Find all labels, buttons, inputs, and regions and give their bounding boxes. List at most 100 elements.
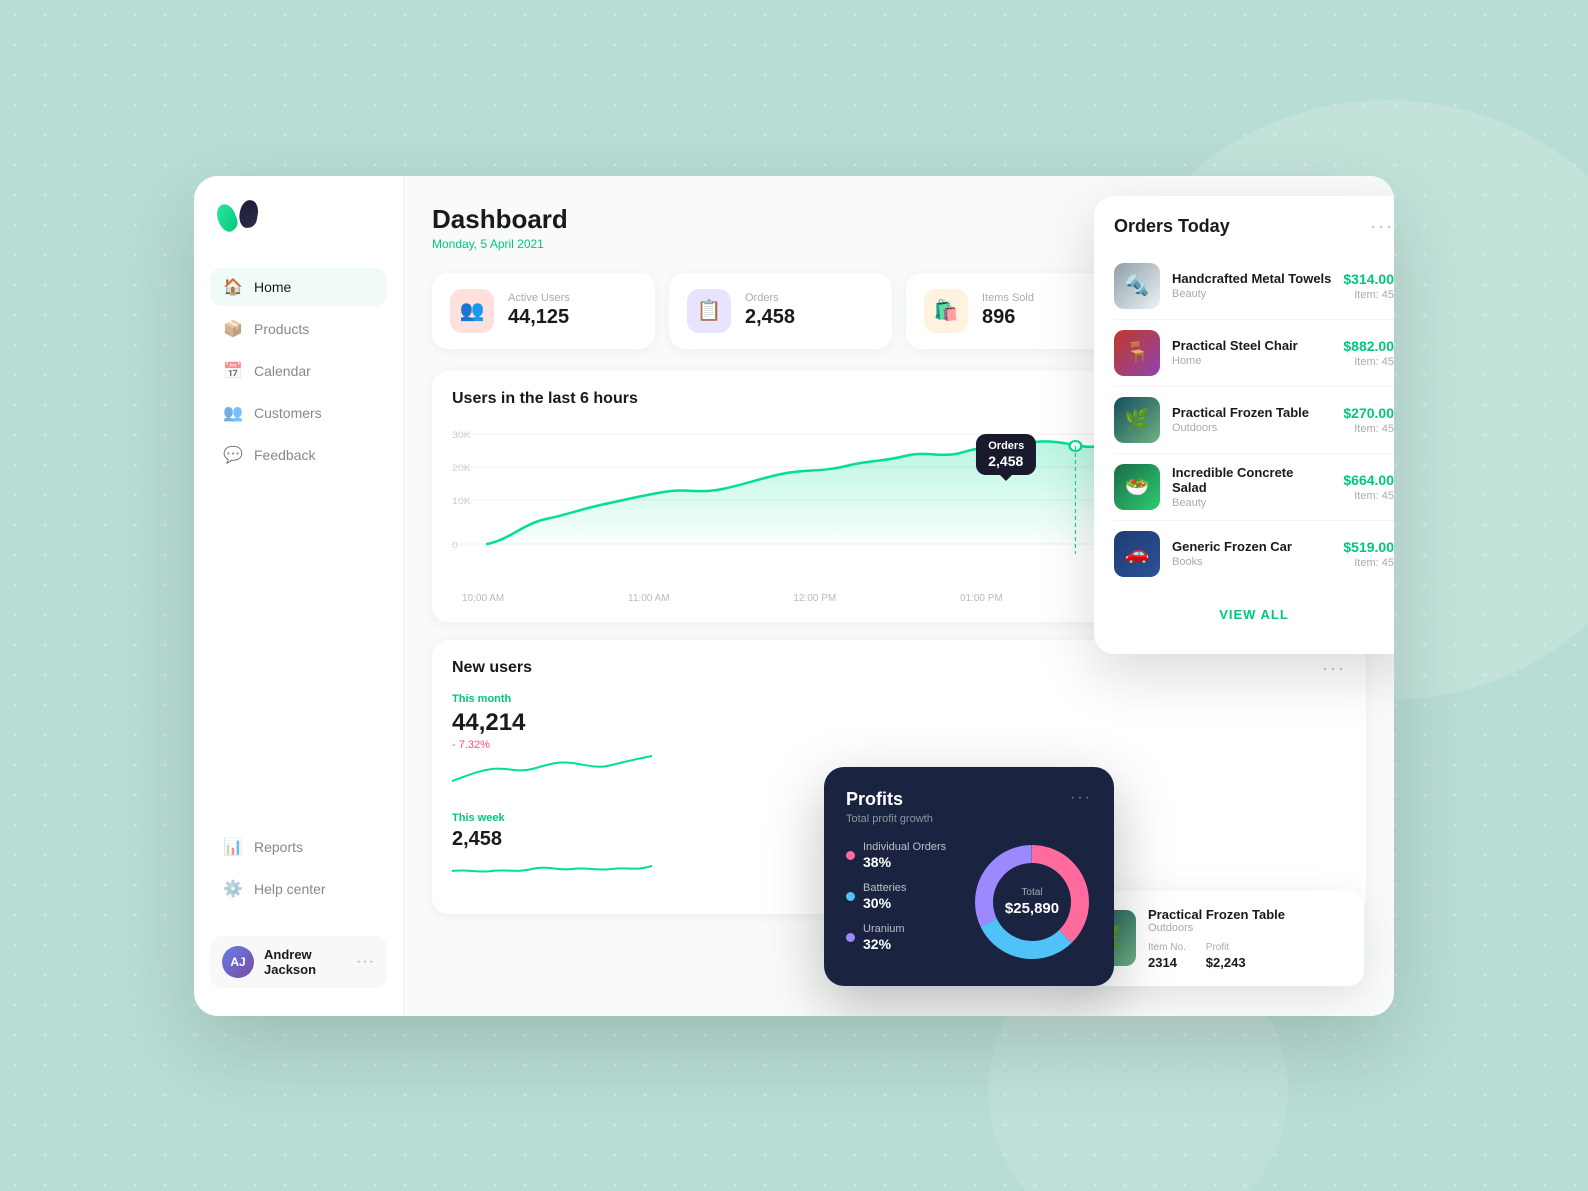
legend-item-2: Uranium 32% [846,923,956,952]
stat-info-items-sold: Items Sold 896 [982,292,1034,329]
user-profile-row[interactable]: AJ Andrew Jackson ··· [210,936,387,988]
svg-text:0: 0 [452,540,458,550]
order-price-1: $882.00 [1343,338,1394,354]
order-item-no-4: Item: 45 [1343,557,1394,569]
orders-menu-dots[interactable]: ··· [1370,216,1394,237]
profits-menu-dots[interactable]: ··· [1070,789,1092,807]
order-thumb-4: 🚗 [1114,531,1160,577]
avatar: AJ [222,946,254,978]
x-label-2: 12:00 PM [793,593,836,604]
active-users-icon: 👥 [450,289,494,333]
svg-text:30K: 30K [452,430,471,440]
chart-title: Users in the last 6 hours [452,390,638,408]
order-thumb-2: 🌿 [1114,397,1160,443]
svg-text:20K: 20K [452,463,471,473]
new-users-menu-dots[interactable]: ··· [1322,658,1346,679]
order-category-2: Outdoors [1172,422,1331,434]
order-item-no-0: Item: 45 [1343,289,1394,301]
order-price-0: $314.00 [1343,271,1394,287]
order-thumb-3: 🥗 [1114,464,1160,510]
order-price-wrap-4: $519.00 Item: 45 [1343,539,1394,569]
order-thumb-0: 🔩 [1114,263,1160,309]
stat-label-active-users: Active Users [508,292,570,304]
legend-dot-individual [846,851,855,860]
stat-card-active-users: 👥 Active Users 44,125 [432,273,655,349]
order-price-wrap-2: $270.00 Item: 45 [1343,405,1394,435]
order-price-wrap-3: $664.00 Item: 45 [1343,472,1394,502]
x-label-1: 11:00 AM [628,593,670,604]
x-label-3: 01:00 PM [960,593,1003,604]
order-item-3: 🥗 Incredible Concrete Salad Beauty $664.… [1114,454,1394,521]
sidebar-item-help[interactable]: ⚙️ Help center [210,870,387,908]
user-menu-dots[interactable]: ··· [356,953,375,971]
sidebar-item-products[interactable]: 📦 Products [210,310,387,348]
stat-label-orders: Orders [745,292,795,304]
main-nav: 🏠 Home 📦 Products 📅 Calendar 👥 Customers… [210,268,387,788]
legend-item-1: Batteries 30% [846,882,956,911]
legend-label-0: Individual Orders [863,841,946,853]
profits-subtitle: Total profit growth [846,813,933,825]
order-item-no-3: Item: 45 [1343,490,1394,502]
header-left: Dashboard Monday, 5 April 2021 [432,204,568,251]
detail-numbers: Item No. 2314 Profit $2,243 [1148,942,1348,970]
profits-body: Individual Orders 38% Batteries 30% [846,841,1092,964]
sidebar-item-products-label: Products [254,321,309,337]
week-sparkline [452,851,652,891]
new-users-title: New users [452,659,532,677]
orders-today-panel: Orders Today ··· 🔩 Handcrafted Metal Tow… [1094,196,1394,654]
feedback-icon: 💬 [224,446,242,464]
donut-total-label: Total [1005,887,1059,898]
detail-item-no-value: 2314 [1148,955,1186,970]
help-icon: ⚙️ [224,880,242,898]
order-name-3: Incredible Concrete Salad [1172,465,1331,495]
order-info-2: Practical Frozen Table Outdoors [1172,405,1331,434]
dashboard-shell: 🏠 Home 📦 Products 📅 Calendar 👥 Customers… [194,176,1394,1016]
order-info-0: Handcrafted Metal Towels Beauty [1172,271,1331,300]
items-sold-icon: 🛍️ [924,289,968,333]
order-thumb-1: 🪑 [1114,330,1160,376]
order-info-4: Generic Frozen Car Books [1172,539,1331,568]
sidebar-item-customers[interactable]: 👥 Customers [210,394,387,432]
order-price-wrap-0: $314.00 Item: 45 [1343,271,1394,301]
order-item-no-1: Item: 45 [1343,356,1394,368]
profits-legend: Individual Orders 38% Batteries 30% [846,841,956,964]
sidebar-item-reports[interactable]: 📊 Reports [210,828,387,866]
sidebar-item-calendar-label: Calendar [254,363,311,379]
view-all-button[interactable]: VIEW ALL [1114,595,1394,634]
donut-center: Total $25,890 [1005,887,1059,917]
order-price-2: $270.00 [1343,405,1394,421]
detail-item-no: Item No. 2314 [1148,942,1186,970]
logo-icon [218,204,257,232]
legend-pct-1: 30% [863,895,906,911]
order-item-no-2: Item: 45 [1343,423,1394,435]
detail-profit-label: Profit [1206,942,1246,953]
order-name-4: Generic Frozen Car [1172,539,1331,554]
detail-name: Practical Frozen Table [1148,907,1348,922]
order-item-1: 🪑 Practical Steel Chair Home $882.00 Ite… [1114,320,1394,387]
order-name-0: Handcrafted Metal Towels [1172,271,1331,286]
stat-info-active-users: Active Users 44,125 [508,292,570,329]
detail-item-no-label: Item No. [1148,942,1186,953]
detail-profit: Profit $2,243 [1206,942,1246,970]
stat-card-orders: 📋 Orders 2,458 [669,273,892,349]
this-month-value: 44,214 [452,709,1346,737]
legend-text-2: Uranium 32% [863,923,905,952]
chart-tooltip-value: 2,458 [988,453,1024,469]
stat-value-active-users: 44,125 [508,306,570,329]
calendar-icon: 📅 [224,362,242,380]
sidebar-item-calendar[interactable]: 📅 Calendar [210,352,387,390]
order-price-wrap-1: $882.00 Item: 45 [1343,338,1394,368]
products-icon: 📦 [224,320,242,338]
profits-header: Profits Total profit growth ··· [846,789,1092,825]
stat-value-items-sold: 896 [982,306,1034,329]
sidebar-item-help-label: Help center [254,881,326,897]
x-label-0: 10:00 AM [462,593,504,604]
legend-pct-2: 32% [863,936,905,952]
order-category-1: Home [1172,355,1331,367]
sidebar-item-feedback[interactable]: 💬 Feedback [210,436,387,474]
order-name-2: Practical Frozen Table [1172,405,1331,420]
sidebar-item-home[interactable]: 🏠 Home [210,268,387,306]
this-month-change: - 7.32% [452,739,1346,751]
sidebar-item-reports-label: Reports [254,839,303,855]
order-name-1: Practical Steel Chair [1172,338,1331,353]
